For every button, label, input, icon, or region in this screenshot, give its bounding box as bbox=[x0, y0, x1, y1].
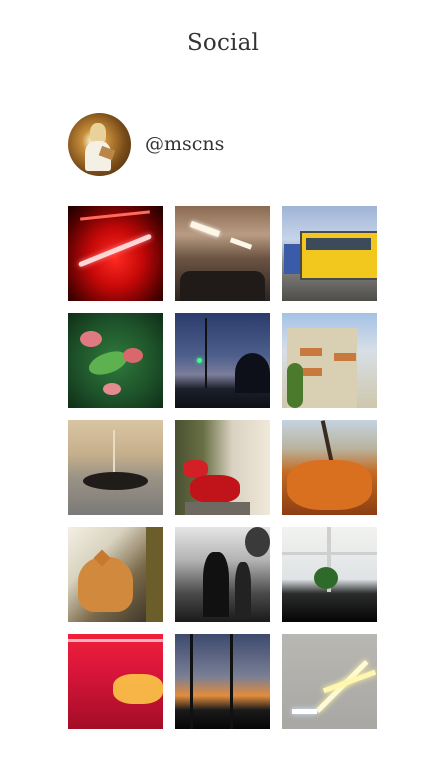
photo-tile-15[interactable] bbox=[282, 634, 377, 729]
photo-tile-13[interactable] bbox=[68, 634, 163, 729]
photo-tile-8[interactable] bbox=[175, 420, 270, 515]
photo-tile-14[interactable] bbox=[175, 634, 270, 729]
profile-handle[interactable]: @mscns bbox=[145, 133, 224, 155]
photo-tile-10[interactable] bbox=[68, 527, 163, 622]
photo-tile-4[interactable] bbox=[68, 313, 163, 408]
photo-tile-3[interactable] bbox=[282, 206, 377, 301]
photo-tile-9[interactable] bbox=[282, 420, 377, 515]
page-title: Social bbox=[186, 30, 260, 56]
photo-tile-5[interactable] bbox=[175, 313, 270, 408]
photo-tile-1[interactable] bbox=[68, 206, 163, 301]
photo-tile-2[interactable] bbox=[175, 206, 270, 301]
photo-tile-7[interactable] bbox=[68, 420, 163, 515]
profile[interactable]: @mscns bbox=[68, 112, 224, 176]
photo-tile-6[interactable] bbox=[282, 313, 377, 408]
photo-grid bbox=[68, 206, 377, 729]
avatar[interactable] bbox=[68, 112, 131, 176]
photo-tile-11[interactable] bbox=[175, 527, 270, 622]
photo-tile-12[interactable] bbox=[282, 527, 377, 622]
